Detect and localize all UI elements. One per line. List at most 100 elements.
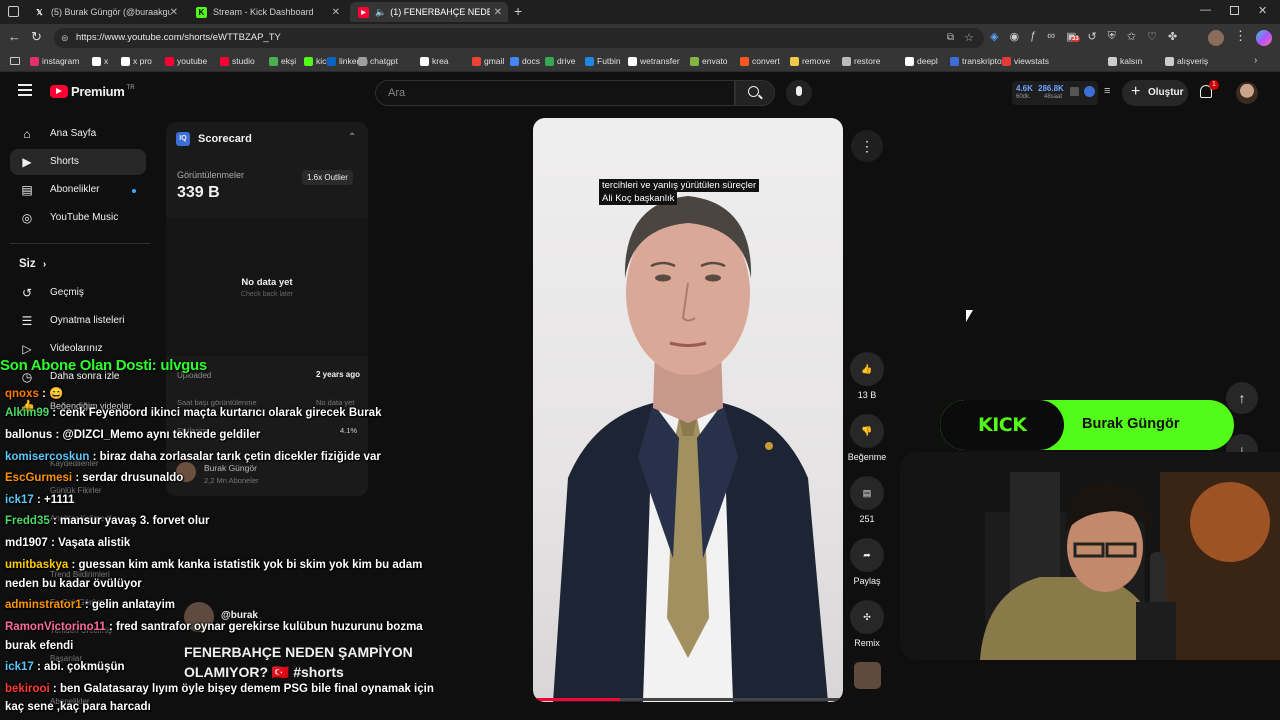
profile-avatar[interactable] [1208,30,1224,46]
chat-username[interactable]: md1907 [5,537,48,549]
bookmark-item[interactable]: viewstats [1002,56,1049,66]
chat-username[interactable]: ballonus [5,429,52,441]
close-icon[interactable]: ✕ [170,7,178,18]
list-icon[interactable]: ≡ [1104,85,1110,97]
bookmark-star-icon[interactable]: ☆ [964,28,974,48]
chat-username[interactable]: qnoxs [5,388,39,400]
bookmark-item[interactable]: transkriptor [950,56,1005,66]
bookmarks-more-icon[interactable]: › [1254,55,1257,66]
chat-username[interactable]: Fredd35 [5,515,50,527]
bookmark-item[interactable]: x [92,56,108,66]
sidebar-item-history[interactable]: ↺ Geçmiş [10,280,146,306]
bookmark-item[interactable]: alışveriş [1165,56,1208,66]
chat-username[interactable]: adminstrator1 [5,599,82,611]
font-icon[interactable]: ƒ [1030,30,1036,43]
short-more-options-icon[interactable]: ⋮ [851,130,883,162]
caption-line: tercihleri ve yanlış yürütülen süreçler [599,179,760,192]
chat-username[interactable]: umitbaskya [5,559,68,571]
audio-icon[interactable]: 🔈 [375,7,386,18]
bookmark-item[interactable]: youtube [165,56,207,66]
bookmark-item[interactable]: docs [510,56,540,66]
voice-search-button[interactable] [786,80,812,106]
sidebar-item-subscriptions[interactable]: ▤ Abonelikler [10,177,146,203]
sidebar-item-shorts[interactable]: ▶ Shorts [10,149,146,175]
bookmark-item[interactable]: restore [842,56,880,66]
sound-thumbnail[interactable] [854,662,881,689]
chat-username[interactable]: ick17 [5,494,34,506]
new-tab-icon[interactable]: + [514,3,522,19]
site-info-icon[interactable]: ⊜ [61,28,69,48]
sidebar-item-music[interactable]: ◎ YouTube Music [10,205,146,231]
bookmark-item[interactable]: drive [545,56,575,66]
chat-username[interactable]: bekirooi [5,683,50,695]
hamburger-menu-icon[interactable] [18,84,32,96]
translate-icon[interactable]: ◈ [990,30,998,43]
tab-youtube[interactable]: ▶ 🔈 (1) FENERBAHÇE NEDEN ŞAM ✕ [350,2,508,22]
bookmark-item[interactable]: Futbin [585,56,621,66]
bookmark-item[interactable]: gmail [472,56,504,66]
reading-list-icon[interactable] [10,57,20,65]
close-window-icon[interactable]: ✕ [1258,4,1267,17]
back-icon[interactable]: ← [8,29,21,44]
chat-username[interactable]: EscGurmesi [5,472,72,484]
shorts-video-player[interactable]: tercihleri ve yanlış yürütülen süreçler … [533,118,843,702]
minimize-icon[interactable]: — [1200,4,1211,16]
stats-extension-widget[interactable]: 4.6K 60dk. 286.8K 48saat [1012,81,1098,105]
remix-button[interactable]: ✣ Remix [850,600,884,648]
share-button[interactable]: ➦ Paylaş [850,538,884,586]
sidebar-item-home[interactable]: ⌂ Ana Sayfa [10,121,146,147]
create-button[interactable]: + Oluştur [1122,80,1188,106]
sidebar-you-heading[interactable]: Siz › [19,258,46,270]
bookmark-item[interactable]: wetransfer [628,56,680,66]
chat-username[interactable]: Alkim99 [5,407,49,419]
tab-kick[interactable]: K Stream - Kick Dashboard ✕ [188,2,346,22]
youtube-logo[interactable]: Premium TR [50,84,135,99]
empty-subtitle: Check back later [240,291,294,298]
dislike-button[interactable]: 👎 Beğenme [845,414,889,462]
url-field[interactable]: ⊜ https://www.youtube.com/shorts/eWTTBZA… [54,28,984,48]
glasses-icon[interactable]: ∞ [1047,30,1055,43]
refresh-ext-icon[interactable]: ↺ [1087,30,1096,43]
star-ext-icon[interactable]: ✩ [1127,30,1136,43]
bookmark-item[interactable]: krea [420,56,449,66]
reload-icon[interactable]: ↻ [31,29,42,45]
install-app-icon[interactable]: ⧉ [947,28,954,48]
close-icon[interactable]: ✕ [332,7,340,18]
account-avatar[interactable] [1236,82,1258,104]
search-input[interactable]: Ara [375,80,735,106]
channel-handle[interactable]: @burak [221,610,258,621]
bookmark-item[interactable]: ekşi [269,56,296,66]
bookmark-item[interactable]: convert [740,56,780,66]
bookmark-item[interactable]: chatgpt [358,56,398,66]
tab-x[interactable]: 𝕏 (5) Burak Güngör (@buraakgung ✕ [26,2,184,22]
progress-bar[interactable] [533,698,843,701]
extension-badge-icon[interactable]: ▣33 [1066,30,1080,43]
bookmark-item[interactable]: x pro [121,56,152,66]
maximize-icon[interactable] [1230,6,1239,15]
bookmark-item[interactable]: deepl [905,56,938,66]
chat-username[interactable]: RamonVictorino11 [5,621,106,633]
bookmark-item[interactable]: kalsın [1108,56,1142,66]
collapse-icon[interactable]: ⌃ [348,132,356,143]
bookmark-item[interactable]: envato [690,56,728,66]
bookmark-item[interactable]: studio [220,56,255,66]
chat-username[interactable]: komisercoskun [5,451,89,463]
chat-username[interactable]: ick17 [5,661,34,673]
bookmark-item[interactable]: remove [790,56,830,66]
sidebar-toggle-icon[interactable] [8,6,19,17]
comments-button[interactable]: ▤ 251 [850,476,884,524]
sidebar-item-playlists[interactable]: ☰ Oynatma listeleri [10,308,146,334]
close-icon[interactable]: ✕ [494,7,502,18]
like-button[interactable]: 👍 13 B [850,352,884,400]
heart-ext-icon[interactable]: ♡ [1147,30,1157,43]
puzzle-icon[interactable]: ✤ [1168,30,1177,43]
camera-icon[interactable]: ◉ [1009,30,1019,43]
search-button[interactable] [735,80,775,106]
scroll-up-button[interactable]: ↑ [1226,382,1258,414]
copilot-icon[interactable] [1256,30,1272,46]
bookmark-item[interactable]: instagram [30,56,79,66]
browser-tab-bar: 𝕏 (5) Burak Güngör (@buraakgung ✕ K Stre… [0,0,1280,24]
menu-dots-icon[interactable]: ⋮ [1234,28,1247,44]
shield-icon[interactable]: ⛨ [1108,30,1116,43]
bookmark-label: instagram [42,56,80,66]
